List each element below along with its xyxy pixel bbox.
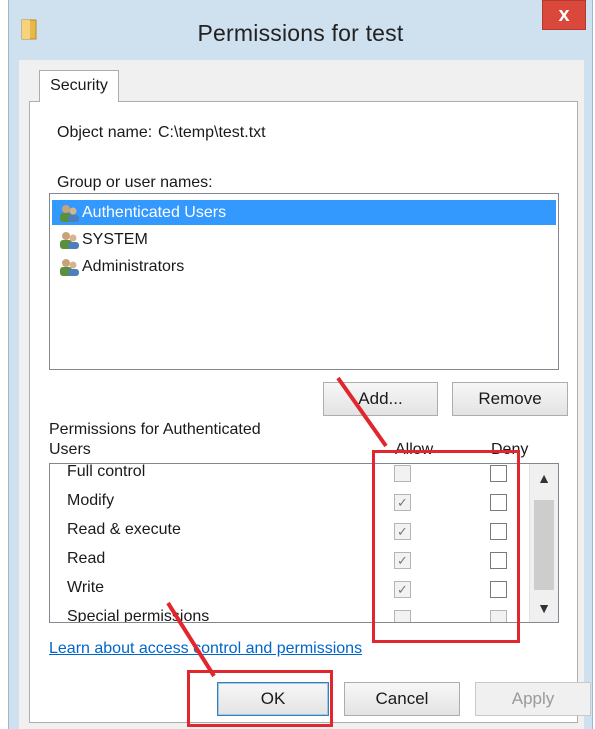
list-item-authenticated-users[interactable]: Authenticated Users	[52, 200, 556, 225]
group-user-list[interactable]: Authenticated Users SYSTEM Administrator…	[49, 193, 559, 370]
title-bar: Permissions for test x	[9, 0, 592, 60]
chevron-down-icon[interactable]: ▼	[530, 594, 558, 622]
cancel-button[interactable]: Cancel	[344, 682, 460, 716]
list-item-label: SYSTEM	[82, 231, 148, 248]
add-button[interactable]: Add...	[323, 382, 438, 416]
list-item-label: Authenticated Users	[82, 204, 227, 221]
permission-name: Special permissions	[67, 608, 210, 623]
permissions-label-line2: Users	[49, 441, 91, 458]
permission-name: Read & execute	[67, 521, 181, 538]
list-item-administrators[interactable]: Administrators	[52, 254, 556, 279]
annotation-highlight-allow-deny	[372, 450, 520, 643]
scroll-thumb[interactable]	[534, 500, 554, 590]
list-item-label: Administrators	[82, 258, 185, 275]
users-icon	[60, 259, 79, 276]
dialog-title: Permissions for test	[197, 20, 404, 46]
remove-button[interactable]: Remove	[452, 382, 568, 416]
permission-name: Write	[67, 579, 105, 596]
users-icon	[60, 232, 79, 249]
chevron-up-icon[interactable]: ▲	[530, 464, 558, 492]
permissions-scrollbar[interactable]: ▲ ▼	[529, 464, 558, 622]
tab-security[interactable]: Security	[39, 70, 119, 102]
list-item-system[interactable]: SYSTEM	[52, 227, 556, 252]
close-button[interactable]: x	[542, 0, 586, 30]
annotation-highlight-ok	[187, 670, 333, 727]
permission-name: Full control	[67, 463, 146, 480]
apply-button: Apply	[475, 682, 591, 716]
permission-name: Read	[67, 550, 106, 567]
access-control-help-link[interactable]: Learn about access control and permissio…	[49, 640, 362, 658]
users-icon	[60, 205, 79, 222]
object-name-label: Object name:	[57, 124, 153, 141]
group-list-label: Group or user names:	[57, 174, 213, 191]
object-name-value: C:\temp\test.txt	[158, 124, 266, 141]
permission-name: Modify	[67, 492, 115, 509]
permissions-label-line1: Permissions for Authenticated	[49, 421, 261, 438]
